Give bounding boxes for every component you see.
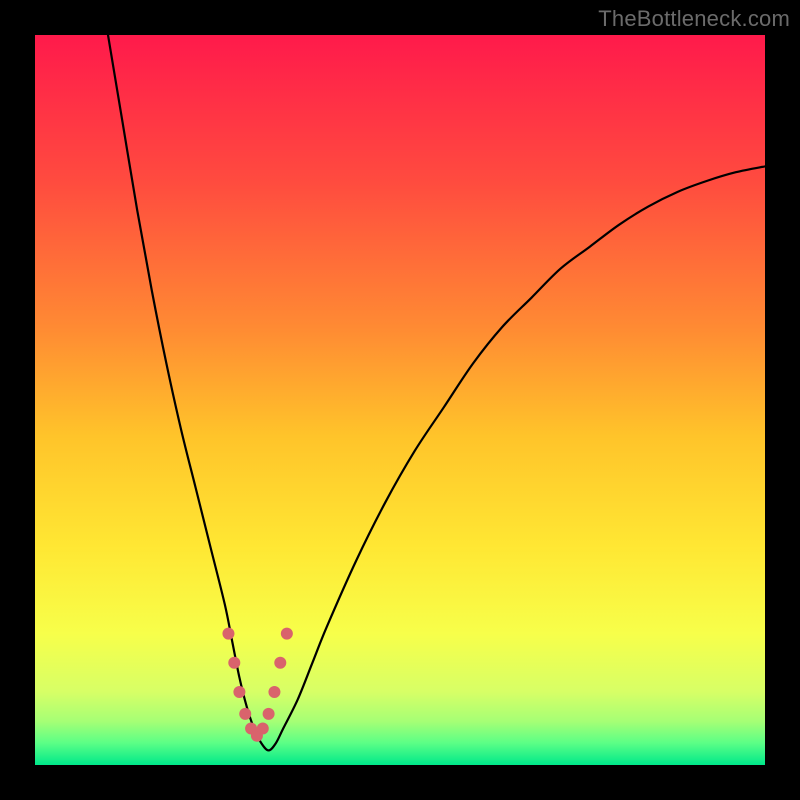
bottleneck-curve-path	[108, 35, 765, 750]
min-region-dot	[233, 686, 245, 698]
plot-area	[35, 35, 765, 765]
min-region-dot	[281, 628, 293, 640]
min-region-dot	[274, 657, 286, 669]
min-region-dot	[257, 723, 269, 735]
min-region-dot	[239, 708, 251, 720]
min-region-dot	[228, 657, 240, 669]
watermark-text: TheBottleneck.com	[598, 6, 790, 32]
min-region-dot	[263, 708, 275, 720]
min-region-dot	[268, 686, 280, 698]
chart-stage: TheBottleneck.com	[0, 0, 800, 800]
curve-layer	[35, 35, 765, 765]
min-region-dot	[222, 628, 234, 640]
